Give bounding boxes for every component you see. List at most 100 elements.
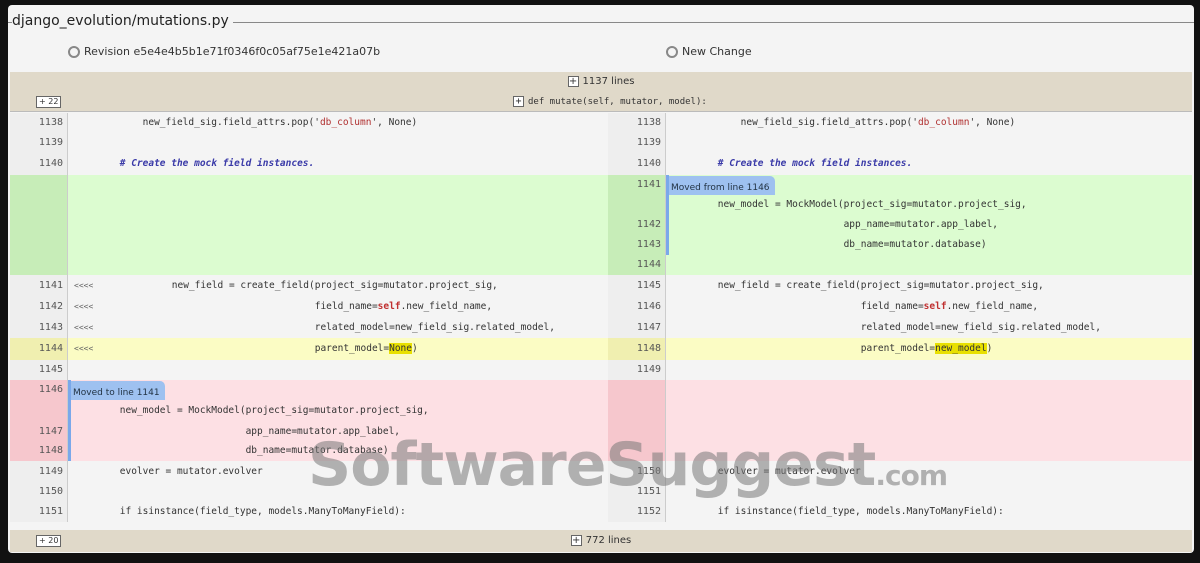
diff-row: 1139 1139 [10, 133, 1192, 153]
right-code: new_model = MockModel(project_sig=mutato… [666, 195, 1192, 215]
right-code [666, 482, 1192, 502]
code-token: parent_model= [672, 343, 936, 354]
code-token: ) [412, 343, 418, 354]
left-line-number [10, 255, 68, 275]
left-code: Moved to line 1141 [68, 380, 608, 405]
code-token: self [377, 301, 401, 312]
left-line-number: 1139 [10, 133, 68, 153]
code-token: ) [986, 343, 993, 354]
right-revision-label: New Change [682, 45, 752, 58]
code-token: db_column [319, 117, 372, 128]
code-token: evolver = mutator.evolver [74, 466, 263, 477]
code-token: .new_field_name, [400, 301, 493, 312]
code-token: app_name=mutator.app_label, [672, 219, 999, 230]
left-code: db_name=mutator.database) [68, 441, 608, 461]
moved-bar [68, 422, 71, 441]
left-line-number: 1150 [10, 482, 68, 502]
left-line-number: 1138 [10, 113, 68, 133]
moved-marker: <<<< [74, 344, 94, 353]
left-line-number: 1142 [10, 297, 68, 317]
expand-above-button[interactable]: +1137 lines [10, 72, 1192, 92]
code-token: field_name= [672, 301, 924, 312]
right-line-number: 1151 [608, 482, 666, 502]
function-context-label: def mutate(self, mutator, model): [528, 97, 707, 107]
left-line-number: 1141 [10, 275, 68, 297]
expand-below-button[interactable]: + 20 +772 lines [10, 530, 1192, 552]
diff-row: 1149 evolver = mutator.evolver 1150 evolv… [10, 461, 1192, 482]
right-line-number [608, 441, 666, 461]
diff-row: 1142 <<<< field_name=self.new_field_name,… [10, 297, 1192, 317]
right-code: Moved from line 1146 [666, 175, 1192, 200]
right-revision: New Change [666, 45, 752, 58]
left-revision-label: Revision e5e4e4b5b1e71f0346f0c05af75e1e4… [84, 45, 381, 58]
diff-row: new_model = MockModel(project_sig=mutato… [10, 400, 1192, 422]
right-line-number: 1142 [608, 215, 666, 235]
moved-bar [68, 400, 71, 422]
expand-small-button[interactable]: + 22 [36, 96, 62, 108]
left-code [68, 482, 608, 502]
right-code [666, 360, 1192, 380]
left-code: if isinstance(field_type, models.ManyToM… [68, 502, 608, 522]
left-code: new_field_sig.field_attrs.pop('db_column… [68, 113, 608, 133]
left-line-number: 1147 [10, 422, 68, 441]
right-line-number: 1146 [608, 297, 666, 317]
right-line-number [608, 380, 666, 400]
code-token: related_model=new_field_sig.related_mode… [672, 322, 1101, 333]
moved-bar [666, 175, 669, 195]
diff-row: 1147 app_name=mutator.app_label, [10, 422, 1192, 441]
left-line-number: 1143 [10, 317, 68, 338]
code-token: new_model [935, 343, 987, 354]
code-token: evolver = mutator.evolver [672, 466, 861, 477]
right-code: app_name=mutator.app_label, [666, 215, 1192, 235]
diff-row: 1142 app_name=mutator.app_label, [10, 215, 1192, 235]
right-line-number: 1148 [608, 338, 666, 360]
left-line-number: 1145 [10, 360, 68, 380]
left-code: evolver = mutator.evolver [68, 461, 608, 482]
right-code: related_model=new_field_sig.related_mode… [666, 317, 1192, 338]
right-code [666, 441, 1192, 461]
left-line-number: 1144 [10, 338, 68, 360]
code-token: new_model = MockModel(project_sig=mutato… [74, 405, 429, 416]
plus-icon: + [570, 534, 582, 546]
revision-icon [666, 45, 678, 58]
code-token: self [923, 301, 947, 312]
code-token: db_name=mutator.database) [74, 445, 389, 456]
plus-icon: + [567, 75, 579, 87]
right-code: db_name=mutator.database) [666, 235, 1192, 255]
diff-row: new_model = MockModel(project_sig=mutato… [10, 195, 1192, 215]
left-line-number: 1148 [10, 441, 68, 461]
right-line-number: 1149 [608, 360, 666, 380]
code-token: ', None) [969, 117, 1016, 128]
left-code [68, 255, 608, 275]
diff-rows: 1138 new_field_sig.field_attrs.pop('db_c… [10, 113, 1192, 522]
right-code: new_field = create_field(project_sig=mut… [666, 275, 1192, 297]
code-token: new_field_sig.field_attrs.pop(' [74, 117, 320, 128]
left-line-number: 1140 [10, 153, 68, 175]
diff-row: 1138 new_field_sig.field_attrs.pop('db_c… [10, 113, 1192, 133]
diff-row: 1143 <<<< related_model=new_field_sig.rel… [10, 317, 1192, 338]
left-line-number [10, 400, 68, 422]
function-context[interactable]: + def mutate(self, mutator, model): [513, 92, 707, 112]
code-token: if isinstance(field_type, models.ManyToM… [74, 506, 406, 517]
moved-marker: <<<< [74, 302, 94, 311]
code-token: related_model=new_field_sig.related_mode… [126, 322, 555, 333]
left-revision: Revision e5e4e4b5b1e71f0346f0c05af75e1e4… [68, 45, 380, 58]
left-code [68, 235, 608, 255]
diff-row: 1145 1149 [10, 360, 1192, 380]
left-code: <<<< related_model=new_field_sig.related… [68, 317, 608, 338]
right-code: # Create the mock field instances. [666, 153, 1192, 175]
diff-row: 1150 1151 [10, 482, 1192, 502]
diff-viewer: django_evolution/mutations.py Revision e… [8, 5, 1194, 553]
plus-icon: + [513, 96, 524, 107]
code-token: parent_model= [126, 343, 390, 354]
moved-bar [68, 380, 71, 400]
expand-small-button[interactable]: + 20 [36, 535, 62, 547]
code-token: new_field = create_field(project_sig=mut… [672, 280, 1044, 291]
moved-bar [666, 215, 669, 235]
left-code [68, 215, 608, 235]
left-line-number: 1151 [10, 502, 68, 522]
left-line-number: 1146 [10, 380, 68, 400]
left-code: <<<< field_name=self.new_field_name, [68, 297, 608, 317]
right-code [666, 380, 1192, 400]
